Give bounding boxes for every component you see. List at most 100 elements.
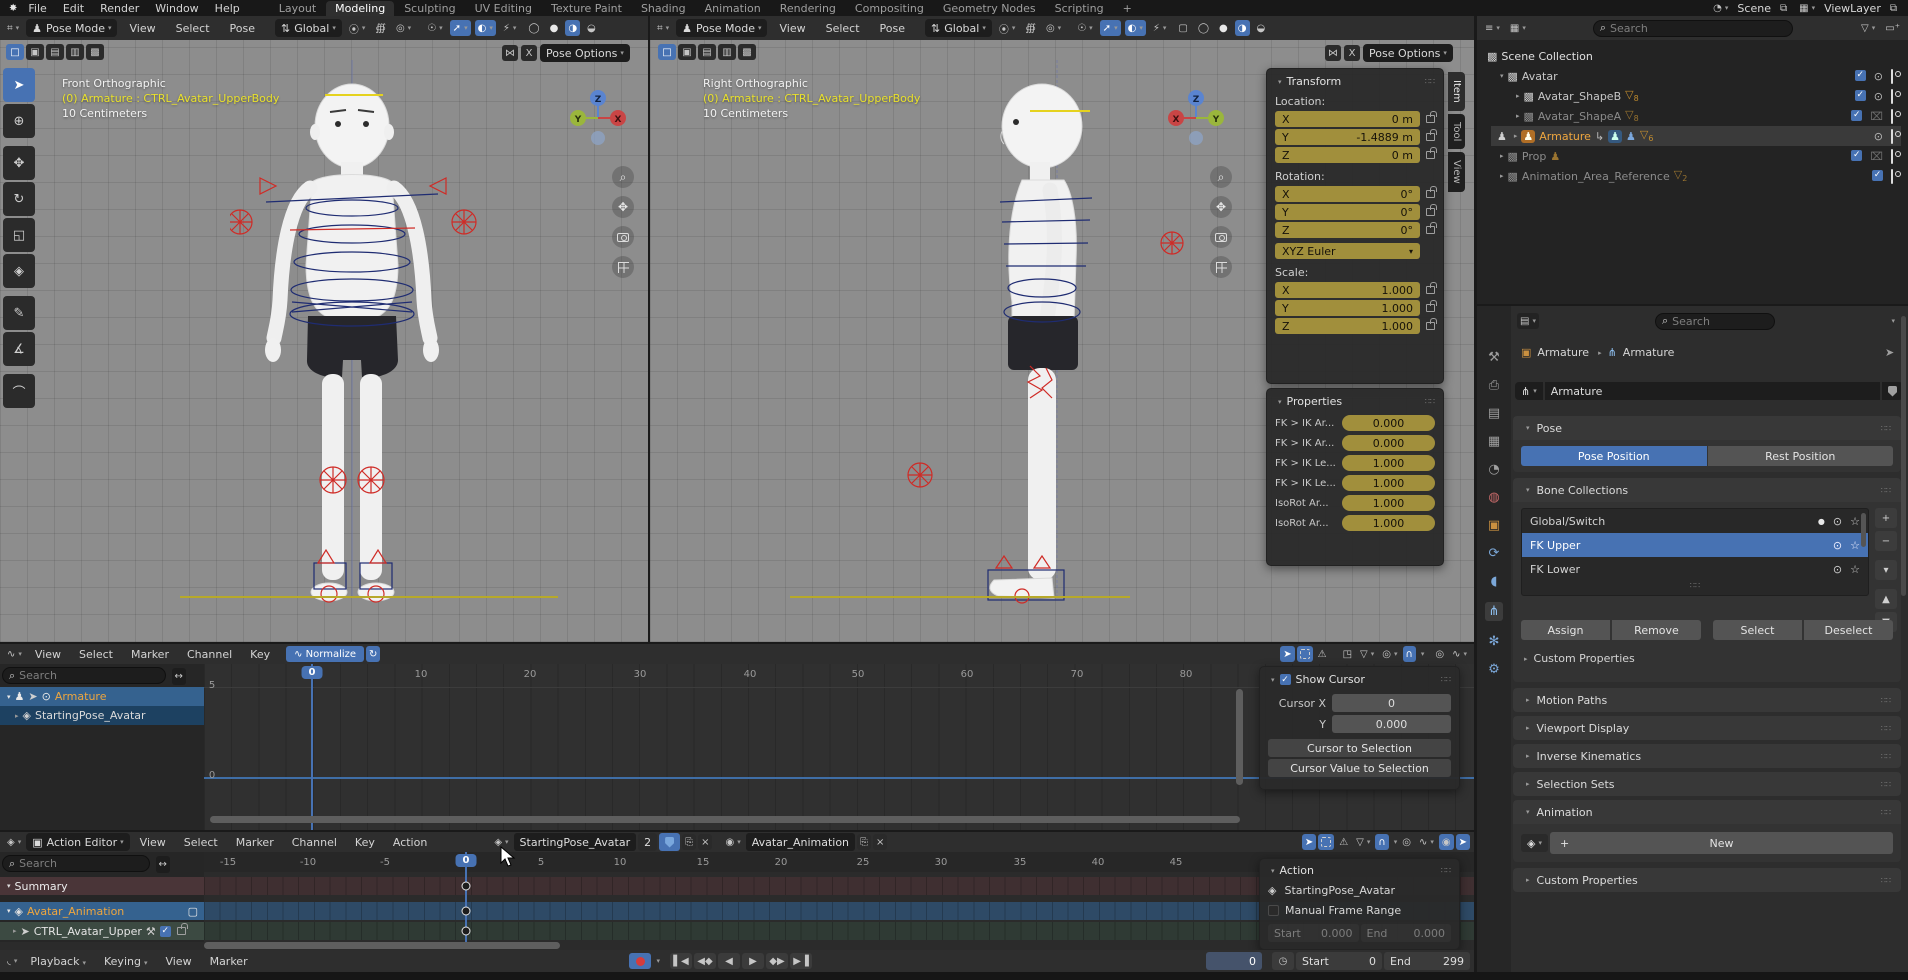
favorite-star-icon[interactable]: ☆ [1850,515,1860,528]
menu-view[interactable]: View [27,648,69,661]
select-subtract-icon[interactable]: ▥ [66,44,84,60]
lock-icon[interactable] [1426,286,1435,294]
falloff-curve-icon[interactable]: ∿▾ [1449,646,1470,662]
menu-render[interactable]: Render [92,2,147,15]
lock-icon[interactable] [1426,133,1435,141]
normalize-refresh-icon[interactable]: ↻ [366,646,380,662]
tweak-select-icon[interactable]: □ [6,44,24,60]
use-preview-range-clock-icon[interactable]: ◷ [1272,952,1294,970]
cursor-y-field[interactable]: 0.000 [1332,715,1451,733]
expand-icon[interactable]: ▾ [1500,72,1504,80]
breadcrumb-data[interactable]: Armature [1623,346,1675,359]
graph-search[interactable]: ⌕ [2,667,166,684]
proportional-edit-icon[interactable]: ◎ [1399,834,1414,850]
menu-marker[interactable]: Marker [123,648,177,661]
new-scene-icon[interactable]: ⧉ [1777,0,1790,16]
duplicate-action-icon[interactable]: ⎘ [682,834,696,850]
zoom-icon[interactable]: ⌕ [1210,166,1232,188]
tweak-select-icon[interactable]: □ [658,44,676,60]
drag-dots[interactable]: ∷∷ [1441,866,1451,875]
ruler-tick[interactable]: 20 [775,857,788,868]
outliner-display-mode-icon[interactable]: ≡▾ [1482,20,1503,36]
exclude-checkbox[interactable]: ✓ [1851,150,1862,161]
tab-modifiers-icon[interactable]: ⟳ [1489,546,1500,561]
menu-key[interactable]: Key [242,648,278,661]
visibility-eye-icon[interactable]: ⊙ [1833,563,1842,576]
viewport-display-section[interactable]: ▸Viewport Display∷∷ [1513,716,1901,740]
mirror-x-button[interactable]: X [1344,45,1360,61]
ruler-tick[interactable]: -5 [380,857,390,868]
transform-tool[interactable]: ◈ [3,254,35,288]
editor-type-icon[interactable]: ⌗▾ [4,20,22,36]
editor-type-icon[interactable]: ◈▾ [4,834,24,850]
expand-icon[interactable]: ▸ [1500,172,1504,180]
rest-position-button[interactable]: Rest Position [1708,446,1894,466]
tab-scene-icon[interactable]: ◔ [1488,462,1499,477]
shading-wireframe-icon[interactable]: ◯ [525,20,542,36]
rotation-mode-dropdown[interactable]: XYZ Euler▾ [1275,243,1420,259]
menu-keying[interactable]: Keying▾ [96,955,155,968]
collapse-icon[interactable]: ▾ [1278,398,1282,406]
proportional-edit-icon[interactable]: ◎ [1432,646,1447,662]
inverse-kinematics-section[interactable]: ▸Inverse Kinematics∷∷ [1513,744,1901,768]
rotate-tool[interactable]: ↻ [3,182,35,216]
tab-view-layer-icon[interactable]: ▦ [1488,434,1500,449]
shading-material-icon[interactable]: ◑ [1235,20,1250,36]
favorite-star-icon[interactable]: ☆ [1850,563,1860,576]
prev-keyframe-button[interactable]: ◀◆ [694,953,716,969]
dope-current-frame-badge[interactable]: 0 [456,854,477,867]
ruler-tick[interactable]: 25 [857,857,870,868]
location-z-field[interactable]: Z0 m [1275,147,1420,163]
play-reverse-button[interactable]: ◀ [718,953,740,969]
graph-hscrollbar[interactable] [210,816,1240,823]
move-up-button[interactable]: ▲ [1875,589,1897,609]
pointer-icon[interactable]: ➤ [1456,834,1470,850]
menu-window[interactable]: Window [147,2,206,15]
tab-object-icon[interactable]: ▣ [1488,518,1500,533]
hide-eye-icon[interactable]: ⊙ [1874,70,1883,83]
outliner-filter-mode-icon[interactable]: ▦▾ [1507,20,1529,36]
menu-view[interactable]: View [121,22,163,35]
collapse-icon[interactable]: ▾ [1278,78,1282,86]
prop-value-field[interactable]: 0.000 [1342,415,1435,431]
frame-target-icon[interactable]: ◎▾ [1379,646,1400,662]
snap-icon[interactable]: ⦿▾ [346,20,369,36]
menu-marker[interactable]: Marker [202,955,256,968]
ruler-tick[interactable]: 20 [524,669,537,680]
scene-name[interactable]: Scene [1737,2,1771,15]
properties-scrollbar[interactable] [1901,316,1906,596]
channel-summary[interactable]: ▾Summary [0,877,204,895]
bone-collection-global-switch[interactable]: Global/Switch ● ⊙ ☆ [1522,509,1868,533]
hide-eye-icon[interactable]: ⊙ [1874,130,1883,143]
expand-icon[interactable]: ▸ [1516,112,1520,120]
select-box-tool[interactable]: ➤ [3,68,35,102]
jump-to-end-button[interactable]: ▶▐ [790,953,812,969]
filter-icon[interactable]: ▽▾ [1858,20,1878,36]
butterfly-mirror-icon[interactable]: ⋈ [1325,45,1341,61]
render-camera-icon[interactable] [1891,130,1893,143]
jump-to-start-button[interactable]: ▌◀ [670,953,692,969]
exclude-checkbox[interactable]: ✓ [1851,110,1862,121]
ruler-tick[interactable]: -15 [220,857,236,868]
visibility-eye-icon[interactable]: ⊙ [1833,515,1842,528]
shading-rendered-icon[interactable]: ◒ [1254,20,1269,36]
filter-funnel-icon[interactable]: ▽▾ [1357,646,1377,662]
outliner-row-armature[interactable]: ♟ ▸ ♟ Armature ↳ ♟ ♟ ▽6 ⊙ [1491,126,1901,146]
add-workspace-button[interactable]: + [1114,1,1141,16]
tab-rendering[interactable]: Rendering [771,1,845,16]
lock-icon[interactable] [1426,151,1435,159]
view-object-types-icon[interactable]: ☉▾ [1074,20,1095,36]
action2-name-field[interactable]: Avatar_Animation [746,833,855,851]
channel-avatar-animation[interactable]: ▾ ◈ Avatar_Animation ▢ [0,902,204,920]
filter-funnel-icon[interactable]: ▽▾ [1353,834,1373,850]
assign-button[interactable]: Assign [1521,620,1610,640]
drag-dots[interactable]: ∷∷ [1441,675,1451,684]
navigation-gizmo[interactable]: Z X Y [1164,86,1228,150]
dope-hscrollbar[interactable] [204,942,560,949]
exclude-checkbox[interactable]: ✓ [1855,70,1866,81]
xray-icon[interactable]: ⚡▾ [1150,20,1170,36]
tab-output-icon[interactable]: ▤ [1488,406,1500,421]
tab-bone-icon[interactable]: ✻ [1489,634,1500,649]
hide-eye-icon[interactable]: ⌧ [1870,150,1883,163]
bone-collection-fk-upper[interactable]: FK Upper ⊙ ☆ [1522,533,1868,557]
